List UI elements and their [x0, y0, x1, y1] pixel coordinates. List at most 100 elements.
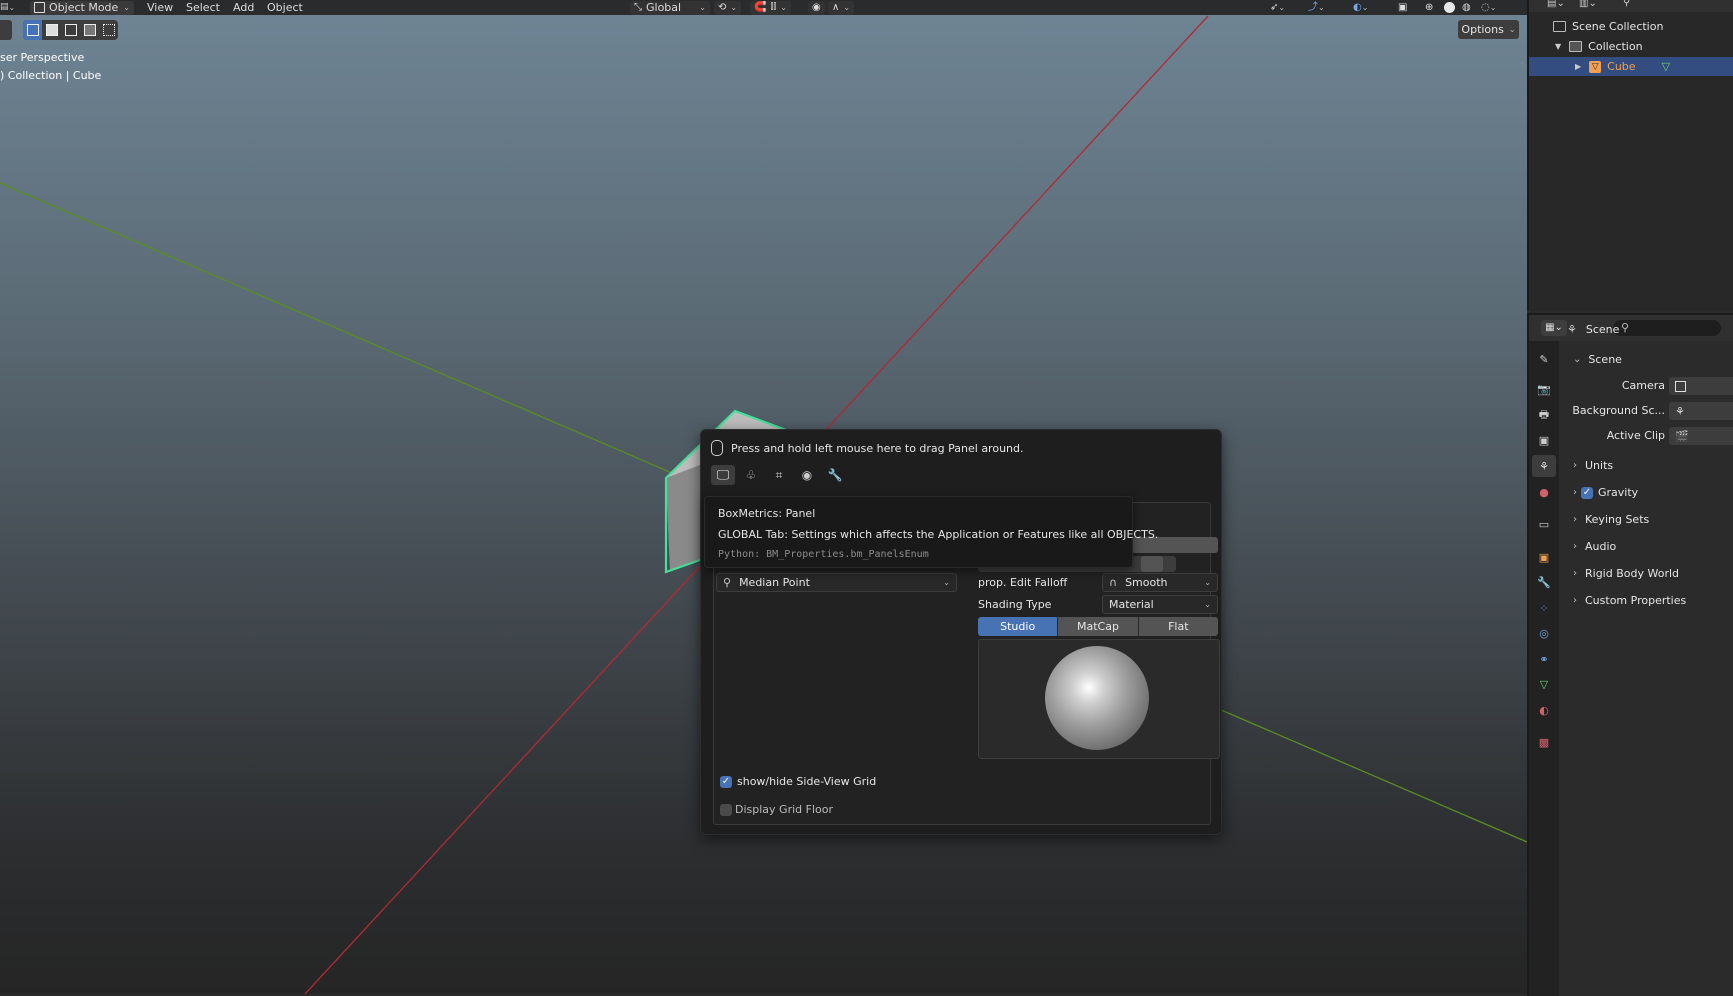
- background-scene-field[interactable]: ⚘: [1669, 402, 1733, 420]
- expand-arrow-icon[interactable]: ▶: [1575, 62, 1581, 71]
- physics-tab[interactable]: ◎: [1532, 622, 1556, 644]
- scene-panel-header[interactable]: ⌄ Scene: [1573, 353, 1622, 366]
- xray-toggle[interactable]: ▣: [1398, 0, 1407, 15]
- outliner-row-scene-collection[interactable]: Scene Collection: [1529, 17, 1733, 36]
- snap-toggle[interactable]: 🧲 ⫿⫿ ⌄: [750, 0, 791, 15]
- properties-search-input[interactable]: ⚲: [1613, 320, 1721, 336]
- boxmetrics-panel: Press and hold left mouse here to drag P…: [700, 429, 1222, 835]
- options-dropdown[interactable]: Options ⌄: [1458, 20, 1519, 39]
- expand-arrow-icon[interactable]: ▼: [1555, 42, 1561, 51]
- constraints-icon: ⚭: [1539, 652, 1549, 666]
- cube-label: Cube: [1607, 60, 1636, 73]
- custom-properties-panel-header[interactable]: › Custom Properties: [1573, 594, 1686, 607]
- select-extend-button[interactable]: [42, 20, 61, 40]
- editor-type-button[interactable]: ▤ ⌄: [0, 0, 15, 15]
- falloff-button[interactable]: ∧ ⌄: [828, 0, 855, 15]
- outliner-header: ▤⌄ ▥⌄ ⚲: [1529, 0, 1733, 12]
- collection-tab[interactable]: ▭: [1532, 513, 1556, 535]
- clip-icon: 🎬: [1675, 429, 1689, 443]
- active-clip-label: Active Clip: [1606, 429, 1665, 442]
- select-new-icon: [26, 24, 39, 36]
- wrench-icon: 🔧: [1537, 575, 1551, 589]
- outliner-editor-type-icon[interactable]: ▤⌄: [1547, 0, 1565, 9]
- particles-tab[interactable]: ⁘: [1532, 597, 1556, 619]
- units-panel-header[interactable]: › Units: [1573, 459, 1613, 472]
- shading-wireframe-button[interactable]: ⊕: [1425, 0, 1433, 15]
- grid-floor-checkbox[interactable]: [720, 804, 732, 816]
- chevron-down-icon: ⌄: [1204, 600, 1211, 609]
- scene-tab[interactable]: ⚘: [1532, 455, 1556, 477]
- chevron-right-icon: ›: [1573, 460, 1577, 471]
- lighting-matcap-button[interactable]: MatCap: [1058, 617, 1139, 636]
- shading-material-button[interactable]: ◍: [1462, 0, 1471, 15]
- wrench-icon: 🔧: [827, 468, 843, 482]
- falloff-dropdown[interactable]: ∩ Smooth ⌄: [1102, 573, 1218, 592]
- overlays-toggle[interactable]: ◐ ⌄: [1353, 0, 1368, 15]
- rigid-body-world-panel-header[interactable]: › Rigid Body World: [1573, 567, 1679, 580]
- select-invert-icon: [83, 24, 96, 36]
- select-new-button[interactable]: [23, 20, 42, 40]
- panel-drag-handle[interactable]: Press and hold left mouse here to drag P…: [711, 440, 1024, 456]
- object-tab[interactable]: ▣: [1532, 546, 1556, 568]
- sculpt-tab[interactable]: ♧: [739, 465, 763, 485]
- chevron-down-icon: ⌄: [699, 3, 706, 12]
- shading-solid-button[interactable]: [1444, 0, 1455, 15]
- gravity-checkbox[interactable]: ✓: [1581, 486, 1593, 499]
- orientation-label: Global: [646, 1, 682, 14]
- gizmo-toggle[interactable]: ➶ ⌄: [1270, 0, 1285, 15]
- active-clip-field[interactable]: 🎬: [1669, 427, 1733, 445]
- mode-dropdown[interactable]: Object Mode ⌄: [30, 0, 134, 15]
- search-icon[interactable]: ⚲: [1623, 0, 1630, 8]
- data-tab[interactable]: ▽: [1532, 673, 1556, 695]
- side-view-grid-label: show/hide Side-View Grid: [737, 775, 877, 788]
- texture-tab[interactable]: ▩: [1532, 731, 1556, 753]
- menu-add[interactable]: Add: [233, 0, 254, 15]
- pivot-point-button[interactable]: ⟲ ⌄: [714, 0, 742, 15]
- gravity-panel-header[interactable]: › ✓ Gravity: [1573, 486, 1638, 499]
- keying-sets-panel-header[interactable]: › Keying Sets: [1573, 513, 1649, 526]
- snap-tab[interactable]: ⌗: [767, 465, 791, 485]
- pivot-value: Median Point: [739, 576, 810, 589]
- collection-icon: ▭: [1538, 517, 1550, 531]
- tooltip-description: GLOBAL Tab: Settings which affects the A…: [718, 528, 1159, 541]
- select-invert-button[interactable]: [80, 20, 99, 40]
- search-icon: ⚲: [1621, 321, 1630, 334]
- global-tab[interactable]: 🖵: [711, 465, 735, 485]
- outliner-row-cube[interactable]: ▶ ▽ Cube ▽: [1529, 57, 1733, 76]
- transform-orientation-dropdown[interactable]: ⤡ Global ⌄: [630, 0, 710, 15]
- side-view-grid-checkbox[interactable]: ✓: [720, 776, 732, 788]
- outliner-row-collection[interactable]: ▼ Collection: [1529, 37, 1733, 56]
- select-subtract-button[interactable]: [61, 20, 80, 40]
- world-tab[interactable]: ●: [1532, 481, 1556, 503]
- material-tab[interactable]: ◐: [1532, 699, 1556, 721]
- sidebar-toggle-icon[interactable]: ‹: [1520, 58, 1524, 69]
- select-intersect-button[interactable]: [99, 20, 118, 40]
- properties-editor: ▦⌄ ⚲ ✎ 📷 🖶 ▣ ⚘ ● ▭ ▣ 🔧 ⁘ ◎ ⚭ ▽ ◐ ▩ ⚘ Sce…: [1527, 313, 1733, 996]
- hidden-toggle[interactable]: [1141, 556, 1163, 572]
- menu-object[interactable]: Object: [267, 0, 303, 15]
- display-mode-icon[interactable]: ▥⌄: [1579, 0, 1597, 9]
- tool-tab[interactable]: ✎: [1532, 348, 1556, 370]
- modifier-tab[interactable]: 🔧: [1532, 571, 1556, 593]
- falloff-label: prop. Edit Falloff: [978, 576, 1068, 589]
- modifier-tab[interactable]: 🔧: [823, 465, 847, 485]
- camera-field[interactable]: [1669, 377, 1733, 395]
- visibility-tab[interactable]: ◉: [795, 465, 819, 485]
- lighting-studio-button[interactable]: Studio: [978, 617, 1059, 636]
- menu-view[interactable]: View: [147, 0, 173, 15]
- menu-select[interactable]: Select: [186, 0, 220, 15]
- gizmo-transform-toggle[interactable]: ⤴ ⌄: [1308, 0, 1325, 15]
- shading-type-label: Shading Type: [978, 598, 1052, 611]
- constraints-tab[interactable]: ⚭: [1532, 648, 1556, 670]
- tool-cursor-button[interactable]: [0, 20, 12, 40]
- lighting-flat-button[interactable]: Flat: [1138, 617, 1218, 636]
- studio-light-preview[interactable]: [978, 639, 1220, 759]
- shading-rendered-button[interactable]: ◌ ⌄: [1481, 0, 1496, 15]
- physics-icon: ◎: [1539, 626, 1549, 640]
- audio-panel-header[interactable]: › Audio: [1573, 540, 1616, 553]
- chevron-down-icon: ⌄: [1508, 25, 1516, 34]
- properties-editor-type-button[interactable]: ▦⌄: [1541, 320, 1567, 336]
- pivot-dropdown[interactable]: ⚲ Median Point ⌄: [716, 573, 957, 592]
- proportional-edit-toggle[interactable]: ◉: [808, 0, 825, 15]
- shading-type-dropdown[interactable]: Material ⌄: [1102, 595, 1218, 614]
